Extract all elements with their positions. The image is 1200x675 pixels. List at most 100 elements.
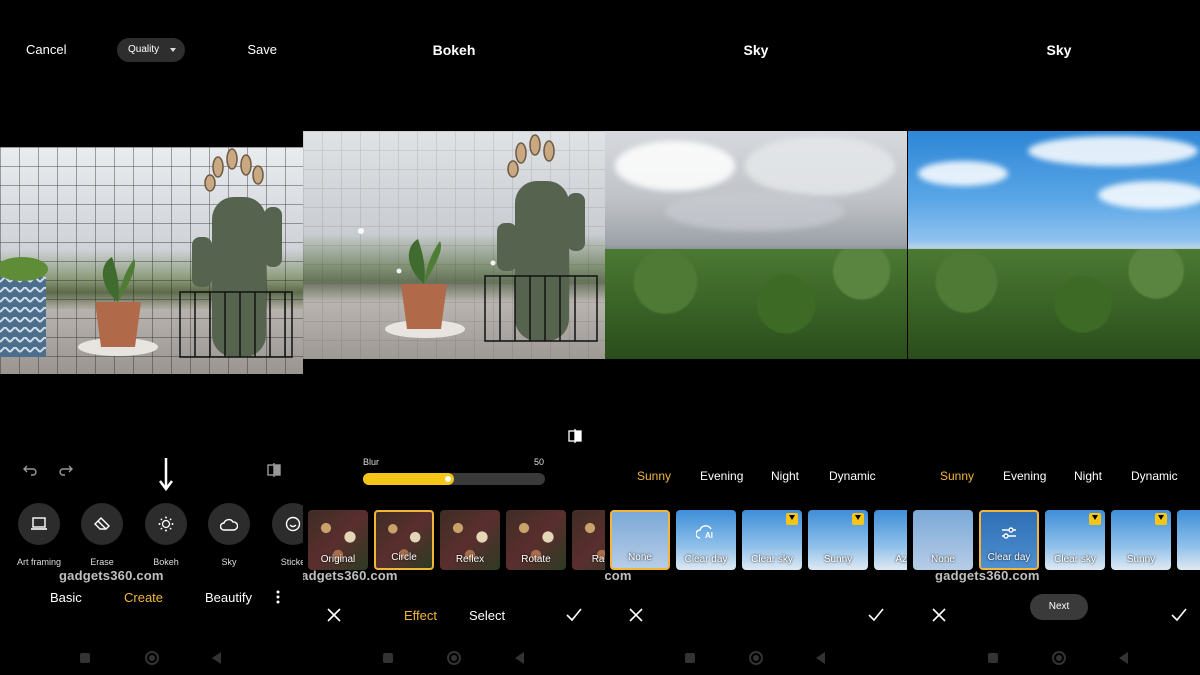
plants-illustration <box>358 134 598 342</box>
tab-sunny[interactable]: Sunny <box>940 469 974 483</box>
check-icon[interactable] <box>867 606 885 624</box>
photo-preview <box>0 147 303 374</box>
tab-evening[interactable]: Evening <box>700 469 743 483</box>
editor-panel-create: Cancel Quality Save Art framing Erase Bo… <box>0 0 303 675</box>
blur-slider[interactable] <box>363 473 545 485</box>
bokeh-icon <box>145 503 187 545</box>
tab-sunny[interactable]: Sunny <box>637 469 671 483</box>
sky-clear-sky[interactable]: Clear sky <box>1045 510 1105 570</box>
download-icon <box>1089 513 1101 525</box>
tool-label: Sky <box>221 557 237 567</box>
top-bar: Cancel Quality Save <box>0 38 303 62</box>
watermark: gadgets360.com <box>935 568 1040 583</box>
back-icon[interactable] <box>816 652 825 664</box>
sky-azure[interactable]: A <box>1177 510 1200 570</box>
top-bar: Sky <box>605 38 907 62</box>
plants-illustration <box>0 148 293 358</box>
back-icon[interactable] <box>212 652 221 664</box>
top-bar: Sky <box>908 38 1200 62</box>
download-icon <box>1155 513 1167 525</box>
effect-label: Rotate <box>521 554 551 565</box>
mode-basic[interactable]: Basic <box>50 590 82 605</box>
effect-circle[interactable]: Circle <box>374 510 434 570</box>
effect-radial[interactable]: Radi <box>572 510 605 570</box>
tool-sky[interactable]: Sky <box>197 503 261 567</box>
blur-label: Blur <box>363 457 380 467</box>
tab-effect[interactable]: Effect <box>404 608 437 623</box>
sky-clear-day[interactable]: Clear day <box>979 510 1039 570</box>
tab-dynamic[interactable]: Dynamic <box>829 469 876 483</box>
photo-preview <box>303 131 605 359</box>
tab-night[interactable]: Night <box>1074 469 1102 483</box>
sky-clear-sky[interactable]: Clear sky <box>742 510 802 570</box>
close-icon[interactable] <box>627 606 645 624</box>
forest-area <box>908 249 1200 359</box>
compare-icon[interactable] <box>568 429 582 443</box>
effect-label: Radi <box>591 554 605 565</box>
action-bar <box>908 606 1200 626</box>
undo-icon[interactable] <box>22 462 38 478</box>
home-icon[interactable] <box>749 651 763 665</box>
sky-sunny[interactable]: Sunny <box>1111 510 1171 570</box>
tab-dynamic[interactable]: Dynamic <box>1131 469 1178 483</box>
cloud-shape <box>1028 136 1198 166</box>
redo-icon[interactable] <box>58 462 74 478</box>
effect-label: Circle <box>391 552 417 563</box>
mode-create[interactable]: Create <box>124 590 163 605</box>
tab-select[interactable]: Select <box>469 608 505 623</box>
cloud-shape <box>615 141 735 191</box>
sky-azure[interactable]: Azu <box>874 510 907 570</box>
recents-icon[interactable] <box>80 653 90 663</box>
tool-art-framing[interactable]: Art framing <box>7 503 71 567</box>
cloud-shape <box>665 191 845 231</box>
tab-evening[interactable]: Evening <box>1003 469 1046 483</box>
blur-value: 50 <box>534 457 545 467</box>
sky-label: Sunny <box>823 554 853 565</box>
ai-icon: AI <box>676 524 736 545</box>
compare-icon[interactable] <box>266 462 282 478</box>
sky-label: Clear sky <box>1054 554 1096 565</box>
effect-rotate[interactable]: Rotate <box>506 510 566 570</box>
sky-label: None <box>931 554 955 565</box>
tool-erase[interactable]: Erase <box>70 503 134 567</box>
sky-sunny[interactable]: Sunny <box>808 510 868 570</box>
sky-list: None Clear day Clear sky Sunny A <box>908 510 1200 570</box>
tool-sticker[interactable]: Sticke <box>261 503 303 567</box>
quality-dropdown[interactable]: Quality <box>117 38 185 62</box>
sky-none[interactable]: None <box>913 510 973 570</box>
sky-label: Clear day <box>684 554 728 565</box>
blur-slider-thumb[interactable] <box>445 476 451 482</box>
tool-label: Bokeh <box>153 557 179 567</box>
more-vertical-icon[interactable] <box>276 590 280 604</box>
home-icon[interactable] <box>145 651 159 665</box>
tool-label: Erase <box>90 557 114 567</box>
recents-icon[interactable] <box>383 653 393 663</box>
close-icon[interactable] <box>930 606 948 624</box>
effect-reflex[interactable]: Reflex <box>440 510 500 570</box>
sky-none[interactable]: None <box>610 510 670 570</box>
home-icon[interactable] <box>1052 651 1066 665</box>
mode-beautify[interactable]: Beautify <box>205 590 252 605</box>
recents-icon[interactable] <box>685 653 695 663</box>
watermark: gadgets360.com <box>59 568 164 583</box>
eraser-icon <box>81 503 123 545</box>
effect-original[interactable]: Original <box>308 510 368 570</box>
download-icon <box>786 513 798 525</box>
cancel-button[interactable]: Cancel <box>26 38 66 62</box>
back-icon[interactable] <box>515 652 524 664</box>
home-icon[interactable] <box>447 651 461 665</box>
save-button[interactable]: Save <box>247 38 277 62</box>
check-icon[interactable] <box>1170 606 1188 624</box>
check-icon[interactable] <box>565 606 583 624</box>
recents-icon[interactable] <box>988 653 998 663</box>
tool-bokeh[interactable]: Bokeh <box>134 503 198 567</box>
photo-preview <box>605 131 907 359</box>
tab-night[interactable]: Night <box>771 469 799 483</box>
close-icon[interactable] <box>325 606 343 624</box>
cloud-icon <box>208 503 250 545</box>
forest-area <box>605 249 907 359</box>
editor-panel-sky-applied: Sky Sunny Evening Night Dynamic None Cle… <box>908 0 1200 675</box>
sky-label: Sunny <box>1126 554 1156 565</box>
sky-clear-day[interactable]: AI Clear day <box>676 510 736 570</box>
back-icon[interactable] <box>1119 652 1128 664</box>
